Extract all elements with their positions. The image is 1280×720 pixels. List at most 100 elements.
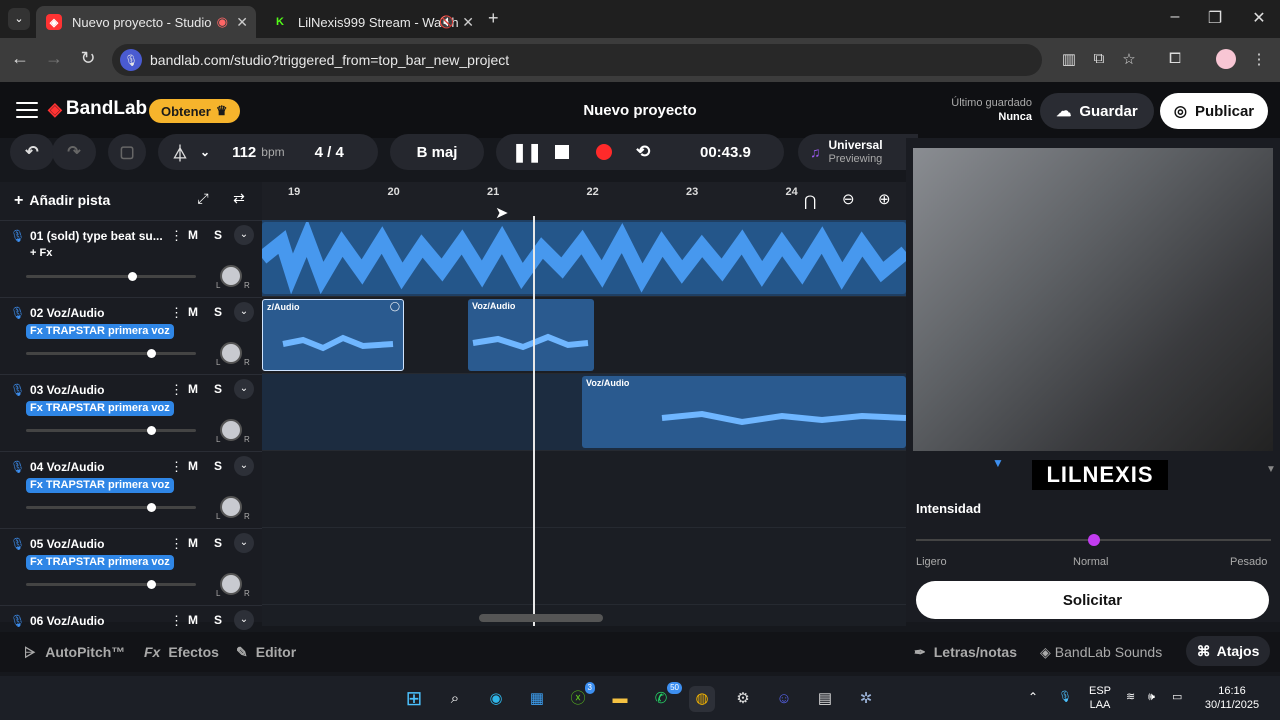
track-header[interactable]: 🎙 04 Voz/Audio ⋮ M S ⌄ Fx TRAPSTAR primera voz… <box>0 451 262 528</box>
audio-region-voz-2[interactable]: Voz/Audio <box>468 299 594 371</box>
add-track-button[interactable]: + Añadir pista <box>14 192 110 210</box>
chevron-down-icon[interactable]: ⌄ <box>234 533 254 553</box>
metronome-icon[interactable]: ⏃ <box>172 140 188 164</box>
track-name[interactable]: 02 Voz/Audio <box>30 306 104 320</box>
reload-icon[interactable]: ↻ <box>76 48 100 69</box>
wifi-icon[interactable]: ≋ <box>1126 690 1135 704</box>
close-window-icon[interactable]: ✕ <box>1244 8 1274 28</box>
volume-thumb[interactable] <box>146 503 156 512</box>
clock[interactable]: 16:16 30/11/2025 <box>1200 684 1264 712</box>
volume-icon[interactable]: 🕪 <box>1148 690 1155 704</box>
tab-list-button[interactable]: ⌄ <box>8 8 30 30</box>
mute-button[interactable]: M <box>188 382 198 396</box>
solo-button[interactable]: S <box>214 382 222 396</box>
autopitch-button[interactable]: ⩥ AutoPitch™ <box>24 644 125 661</box>
new-tab-button[interactable]: + <box>488 8 499 29</box>
track-menu-icon[interactable]: ⋮ <box>170 613 183 629</box>
track-name[interactable]: 04 Voz/Audio <box>30 460 104 474</box>
profile-avatar[interactable] <box>1216 49 1236 69</box>
pause-icon[interactable]: ❚❚ <box>512 142 542 163</box>
volume-slider[interactable] <box>26 349 196 358</box>
chevron-down-icon[interactable]: ⌄ <box>234 379 254 399</box>
fx-preset-chip[interactable]: Fx TRAPSTAR primera voz <box>26 401 174 416</box>
chevron-down-icon[interactable]: ⌄ <box>234 302 254 322</box>
track-menu-icon[interactable]: ⋮ <box>170 305 183 321</box>
save-button[interactable]: ☁ Guardar <box>1040 93 1154 129</box>
tab-studio[interactable]: ◈ Nuevo proyecto - Studio ◉ ✕ <box>36 6 256 38</box>
volume-thumb[interactable] <box>146 426 156 435</box>
volume-slider[interactable] <box>26 580 196 589</box>
intensity-slider[interactable] <box>916 534 1271 546</box>
battery-icon[interactable]: ▭ <box>1172 690 1182 704</box>
redo-button[interactable]: ↷ <box>52 134 96 170</box>
stop-icon[interactable] <box>555 145 569 159</box>
app-icon[interactable]: ▤ <box>812 686 838 712</box>
fx-preset-chip[interactable]: Fx TRAPSTAR primera voz <box>26 324 174 339</box>
mute-button[interactable]: M <box>188 228 198 242</box>
url-input[interactable]: 🎙 bandlab.com/studio?triggered_from=top_… <box>112 44 1042 76</box>
minimize-icon[interactable]: – <box>1160 8 1190 26</box>
xbox-icon[interactable]: ⓧ 3 <box>565 682 595 712</box>
audio-region-voz-1[interactable]: z/Audio ◯ <box>262 299 404 371</box>
solo-button[interactable]: S <box>214 536 222 550</box>
hamburger-menu-icon[interactable] <box>16 102 38 118</box>
site-info-icon[interactable]: 🎙 <box>120 49 142 71</box>
audio-region-voz-3[interactable]: Voz/Audio <box>582 376 906 448</box>
time-signature[interactable]: 4 / 4 <box>315 144 344 161</box>
back-icon[interactable]: ← <box>8 48 32 69</box>
menu-dots-icon[interactable]: ⋮ <box>1248 50 1270 68</box>
arrangement-lanes[interactable]: z/Audio ◯ Voz/Audio Voz/Audio <box>262 220 906 626</box>
solo-button[interactable]: S <box>214 228 222 242</box>
tempo-value[interactable]: 112 <box>232 144 256 161</box>
universal-preview-button[interactable]: ♫ Universal Previewing <box>798 134 918 170</box>
solo-button[interactable]: S <box>214 459 222 473</box>
pan-knob[interactable] <box>220 419 242 441</box>
track-settings-icon[interactable]: ⇄ <box>228 190 250 212</box>
loop-icon[interactable]: ⟲ <box>636 142 650 162</box>
track-name[interactable]: 03 Voz/Audio <box>30 383 104 397</box>
intensity-slider-thumb[interactable] <box>1087 534 1100 546</box>
track-menu-icon[interactable]: ⋮ <box>170 459 183 475</box>
effects-button[interactable]: Fx Efectos <box>144 644 219 660</box>
mute-button[interactable]: M <box>188 613 198 627</box>
mute-button[interactable]: M <box>188 459 198 473</box>
bookmark-star-icon[interactable]: ☆ <box>1118 50 1140 68</box>
chevron-down-icon[interactable]: ⌄ <box>200 145 210 159</box>
file-explorer-icon[interactable]: ▬ <box>607 686 633 712</box>
solo-button[interactable]: S <box>214 305 222 319</box>
tab-stream[interactable]: K LilNexis999 Stream - Watch 🔇 ✕ <box>262 6 482 38</box>
horizontal-scrollbar[interactable] <box>479 614 603 622</box>
record-icon[interactable] <box>596 144 612 160</box>
lyrics-button[interactable]: ✒ Letras/notas <box>914 644 1017 661</box>
mute-button[interactable]: M <box>188 305 198 319</box>
add-fx-button[interactable]: + Fx <box>30 247 52 259</box>
steam-icon[interactable]: ⚙ <box>730 686 756 712</box>
search-icon[interactable]: ⌕ <box>442 686 468 712</box>
mic-icon[interactable]: 🎙 <box>1058 690 1072 704</box>
pan-knob[interactable] <box>220 342 242 364</box>
windows-start-icon[interactable]: ⊞ <box>401 686 427 712</box>
mute-button[interactable]: M <box>188 536 198 550</box>
discord-icon[interactable]: ☺ <box>771 686 797 712</box>
timeline-ruler[interactable]: 19 20 21 22 23 24 ⋂ ⊖ ⊕ <box>262 182 906 220</box>
pan-knob[interactable] <box>220 573 242 595</box>
chevron-down-icon[interactable]: ⌄ <box>234 610 254 630</box>
tray-chevron-icon[interactable]: ⌃ <box>1028 690 1038 704</box>
close-tab-icon[interactable]: ✕ <box>462 14 474 31</box>
audio-region-beat[interactable] <box>262 222 906 294</box>
extensions-icon[interactable]: ⧠ <box>1164 50 1186 67</box>
editor-button[interactable]: ✎ Editor <box>236 644 296 661</box>
scroll-down-icon[interactable]: ▼ <box>1266 464 1276 475</box>
fx-preset-chip[interactable]: Fx TRAPSTAR primera voz <box>26 478 174 493</box>
chevron-down-icon[interactable]: ⌄ <box>234 456 254 476</box>
request-button[interactable]: Solicitar <box>916 581 1269 619</box>
forward-icon[interactable]: → <box>42 48 66 69</box>
chevron-down-icon[interactable]: ⌄ <box>234 225 254 245</box>
restore-icon[interactable]: ❐ <box>1200 8 1230 28</box>
obtener-button[interactable]: Obtener ♛ <box>149 99 240 123</box>
fx-preset-chip[interactable]: Fx TRAPSTAR primera voz <box>26 555 174 570</box>
edge-icon[interactable]: ◉ <box>483 686 509 712</box>
language-indicator[interactable]: ESP LAA <box>1086 684 1114 712</box>
volume-slider[interactable] <box>26 426 196 435</box>
zoom-out-icon[interactable]: ⊖ <box>842 190 855 208</box>
